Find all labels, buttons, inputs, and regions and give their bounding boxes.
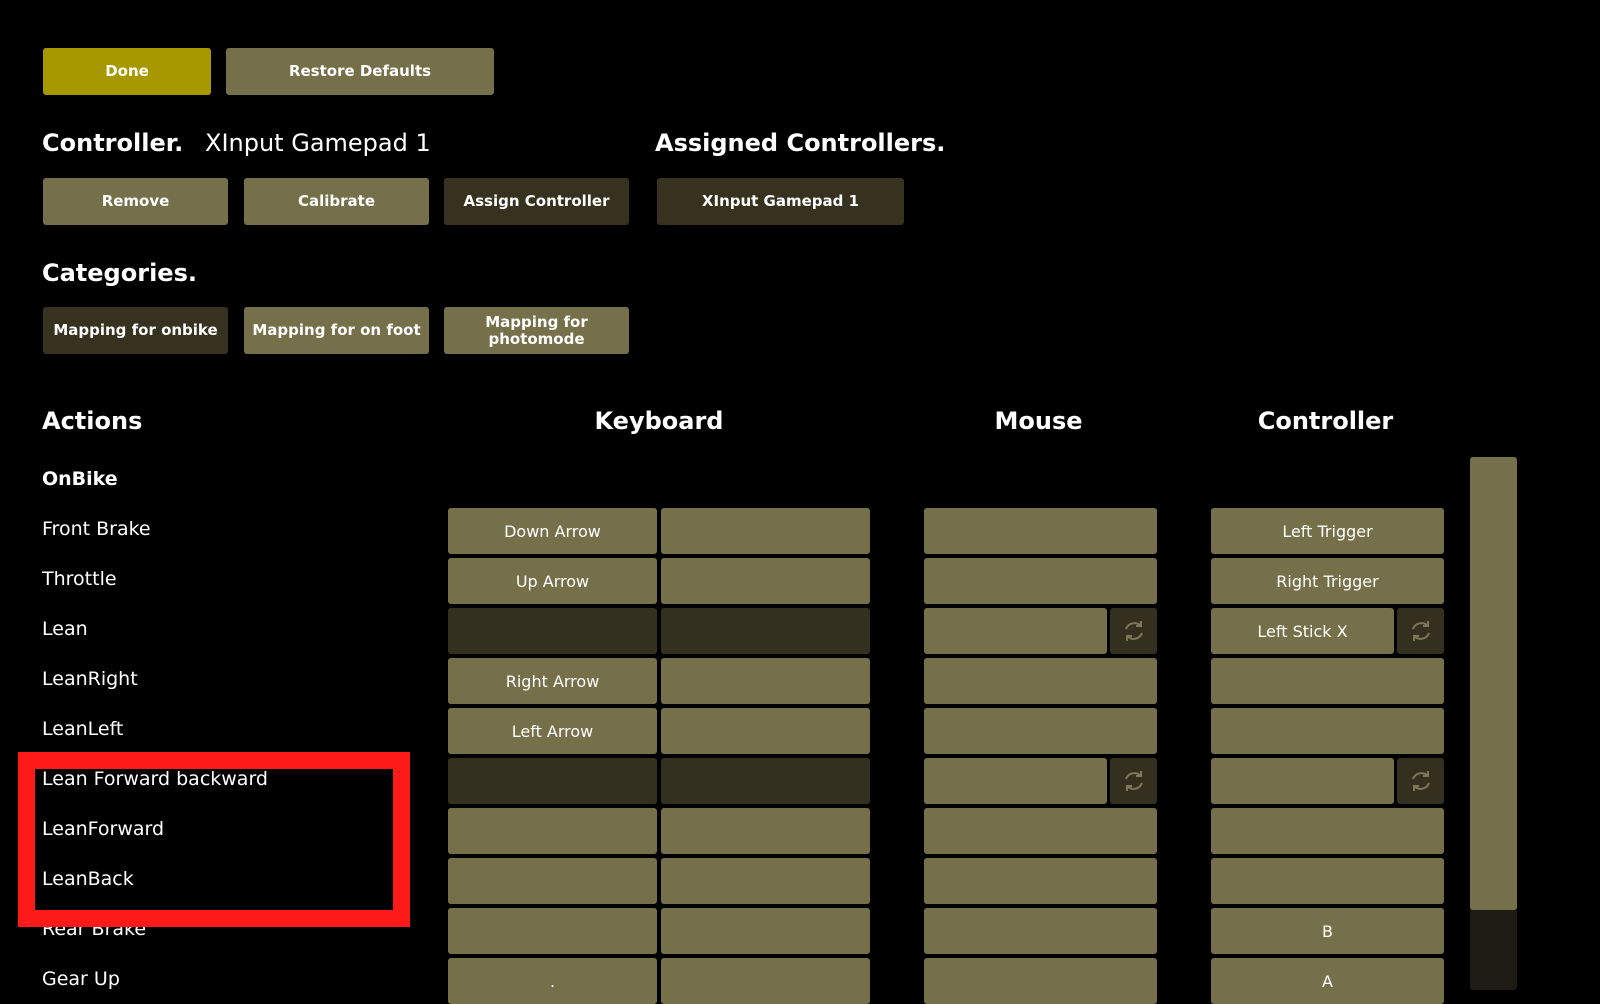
restore-defaults-button[interactable]: Restore Defaults [226, 48, 494, 95]
keyboard-primary-cell[interactable] [448, 758, 657, 804]
categories-heading: Categories. [42, 259, 197, 287]
actions-column-header: Actions [42, 407, 143, 435]
keyboard-primary-cell[interactable]: . [448, 958, 657, 1004]
keyboard-secondary-cell[interactable] [661, 508, 870, 554]
controller-name: XInput Gamepad 1 [205, 129, 431, 157]
keyboard-primary-cell[interactable]: Left Arrow [448, 708, 657, 754]
scrollbar-thumb[interactable] [1470, 457, 1517, 910]
controller-cell[interactable]: Right Trigger [1211, 558, 1444, 604]
assigned-controllers-heading: Assigned Controllers. [655, 129, 946, 157]
action-label: LeanLeft [42, 718, 124, 740]
controller-cell[interactable] [1211, 808, 1444, 854]
controller-cell[interactable]: A [1211, 958, 1444, 1004]
controller-cell[interactable] [1211, 858, 1444, 904]
mouse-cell[interactable] [924, 758, 1107, 804]
mouse-cell[interactable] [924, 958, 1157, 1004]
keyboard-primary-cell[interactable] [448, 808, 657, 854]
action-label: LeanRight [42, 668, 138, 690]
controller-cell[interactable]: Left Trigger [1211, 508, 1444, 554]
category-onfoot-button[interactable]: Mapping for on foot [244, 307, 429, 354]
keyboard-secondary-cell[interactable] [661, 608, 870, 654]
controller-cell[interactable] [1211, 708, 1444, 754]
keyboard-primary-cell[interactable] [448, 608, 657, 654]
controller-cell[interactable] [1211, 758, 1394, 804]
action-label: Lean [42, 618, 88, 640]
keyboard-primary-cell[interactable] [448, 908, 657, 954]
done-button[interactable]: Done [43, 48, 211, 95]
assign-controller-button[interactable]: Assign Controller [444, 178, 629, 225]
controller-column-header: Controller [1257, 407, 1394, 435]
keyboard-primary-cell[interactable]: Down Arrow [448, 508, 657, 554]
mouse-cell[interactable] [924, 708, 1157, 754]
controller-cell[interactable]: Left Stick X [1211, 608, 1394, 654]
action-label: Front Brake [42, 518, 151, 540]
reverse-axis-icon[interactable] [1397, 608, 1444, 654]
keyboard-secondary-cell[interactable] [661, 958, 870, 1004]
calibrate-button[interactable]: Calibrate [244, 178, 429, 225]
highlight-box [18, 752, 410, 927]
controller-cell[interactable] [1211, 658, 1444, 704]
mouse-cell[interactable] [924, 908, 1157, 954]
keyboard-secondary-cell[interactable] [661, 808, 870, 854]
keyboard-secondary-cell[interactable] [661, 858, 870, 904]
reverse-axis-icon[interactable] [1110, 608, 1157, 654]
keyboard-secondary-cell[interactable] [661, 558, 870, 604]
mouse-cell[interactable] [924, 808, 1157, 854]
mouse-column-header: Mouse [994, 407, 1083, 435]
mouse-cell[interactable] [924, 658, 1157, 704]
keyboard-primary-cell[interactable]: Right Arrow [448, 658, 657, 704]
controller-cell[interactable]: B [1211, 908, 1444, 954]
keyboard-secondary-cell[interactable] [661, 908, 870, 954]
keyboard-secondary-cell[interactable] [661, 708, 870, 754]
controller-heading: Controller. [42, 129, 184, 157]
mouse-cell[interactable] [924, 508, 1157, 554]
keyboard-primary-cell[interactable]: Up Arrow [448, 558, 657, 604]
keyboard-secondary-cell[interactable] [661, 758, 870, 804]
mouse-cell[interactable] [924, 558, 1157, 604]
remove-button[interactable]: Remove [43, 178, 228, 225]
category-photomode-button[interactable]: Mapping for photomode [444, 307, 629, 354]
keyboard-primary-cell[interactable] [448, 858, 657, 904]
action-label: Throttle [42, 568, 117, 590]
mouse-cell[interactable] [924, 858, 1157, 904]
group-label: OnBike [42, 468, 118, 490]
reverse-axis-icon[interactable] [1110, 758, 1157, 804]
action-label: Gear Up [42, 968, 120, 990]
reverse-axis-icon[interactable] [1397, 758, 1444, 804]
mouse-cell[interactable] [924, 608, 1107, 654]
keyboard-column-header: Keyboard [594, 407, 724, 435]
category-onbike-button[interactable]: Mapping for onbike [43, 307, 228, 354]
keyboard-secondary-cell[interactable] [661, 658, 870, 704]
assigned-controller-item[interactable]: XInput Gamepad 1 [657, 178, 904, 225]
